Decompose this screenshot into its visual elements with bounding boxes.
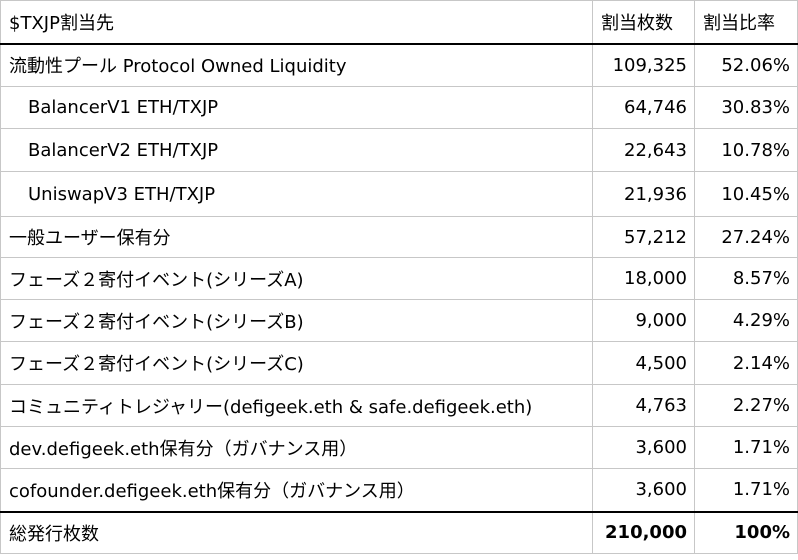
total-label: 総発行枚数 [0, 511, 593, 554]
header-allocation-amount: 割当枚数 [592, 0, 695, 45]
table-row: BalancerV1 ETH/TXJP 64,746 30.83% [0, 86, 798, 129]
row-ratio: 4.29% [694, 299, 798, 342]
row-amount: 4,763 [592, 384, 695, 427]
row-amount: 64,746 [592, 86, 695, 129]
total-amount: 210,000 [592, 511, 695, 554]
table-row: UniswapV3 ETH/TXJP 21,936 10.45% [0, 171, 798, 217]
table-row: 一般ユーザー保有分 57,212 27.24% [0, 216, 798, 258]
row-ratio: 10.78% [694, 128, 798, 172]
row-name: dev.defigeek.eth保有分（ガバナンス用） [0, 426, 593, 469]
row-amount: 18,000 [592, 257, 695, 300]
allocation-table: $TXJP割当先 割当枚数 割当比率 流動性プール Protocol Owned… [0, 0, 798, 554]
table-row: フェーズ２寄付イベント(シリーズA) 18,000 8.57% [0, 257, 798, 300]
row-amount: 3,600 [592, 426, 695, 469]
header-allocation-ratio: 割当比率 [694, 0, 798, 45]
row-ratio: 52.06% [694, 43, 798, 87]
table-row: 流動性プール Protocol Owned Liquidity 109,325 … [0, 43, 798, 87]
table-row: BalancerV2 ETH/TXJP 22,643 10.78% [0, 128, 798, 172]
row-ratio: 30.83% [694, 86, 798, 129]
row-ratio: 8.57% [694, 257, 798, 300]
table-row: フェーズ２寄付イベント(シリーズB) 9,000 4.29% [0, 299, 798, 342]
table-row: cofounder.defigeek.eth保有分（ガバナンス用） 3,600 … [0, 468, 798, 513]
header-allocation-target: $TXJP割当先 [0, 0, 593, 45]
table-row: フェーズ２寄付イベント(シリーズC) 4,500 2.14% [0, 341, 798, 385]
total-row: 総発行枚数 210,000 100% [0, 511, 798, 554]
table-row: dev.defigeek.eth保有分（ガバナンス用） 3,600 1.71% [0, 426, 798, 469]
row-name: 一般ユーザー保有分 [0, 216, 593, 258]
row-ratio: 10.45% [694, 171, 798, 217]
row-name: フェーズ２寄付イベント(シリーズC) [0, 341, 593, 385]
row-name: cofounder.defigeek.eth保有分（ガバナンス用） [0, 468, 593, 513]
row-amount: 4,500 [592, 341, 695, 385]
row-name: フェーズ２寄付イベント(シリーズB) [0, 299, 593, 342]
row-amount: 21,936 [592, 171, 695, 217]
row-name: UniswapV3 ETH/TXJP [0, 171, 593, 217]
row-amount: 22,643 [592, 128, 695, 172]
row-ratio: 1.71% [694, 426, 798, 469]
row-name: BalancerV1 ETH/TXJP [0, 86, 593, 129]
row-ratio: 27.24% [694, 216, 798, 258]
row-name: 流動性プール Protocol Owned Liquidity [0, 43, 593, 87]
table-row: コミュニティトレジャリー(defigeek.eth & safe.defigee… [0, 384, 798, 427]
row-amount: 9,000 [592, 299, 695, 342]
row-ratio: 1.71% [694, 468, 798, 513]
row-name: フェーズ２寄付イベント(シリーズA) [0, 257, 593, 300]
header-row: $TXJP割当先 割当枚数 割当比率 [0, 0, 798, 45]
row-amount: 109,325 [592, 43, 695, 87]
row-name: コミュニティトレジャリー(defigeek.eth & safe.defigee… [0, 384, 593, 427]
row-ratio: 2.14% [694, 341, 798, 385]
row-ratio: 2.27% [694, 384, 798, 427]
total-ratio: 100% [694, 511, 798, 554]
row-name: BalancerV2 ETH/TXJP [0, 128, 593, 172]
row-amount: 57,212 [592, 216, 695, 258]
row-amount: 3,600 [592, 468, 695, 513]
